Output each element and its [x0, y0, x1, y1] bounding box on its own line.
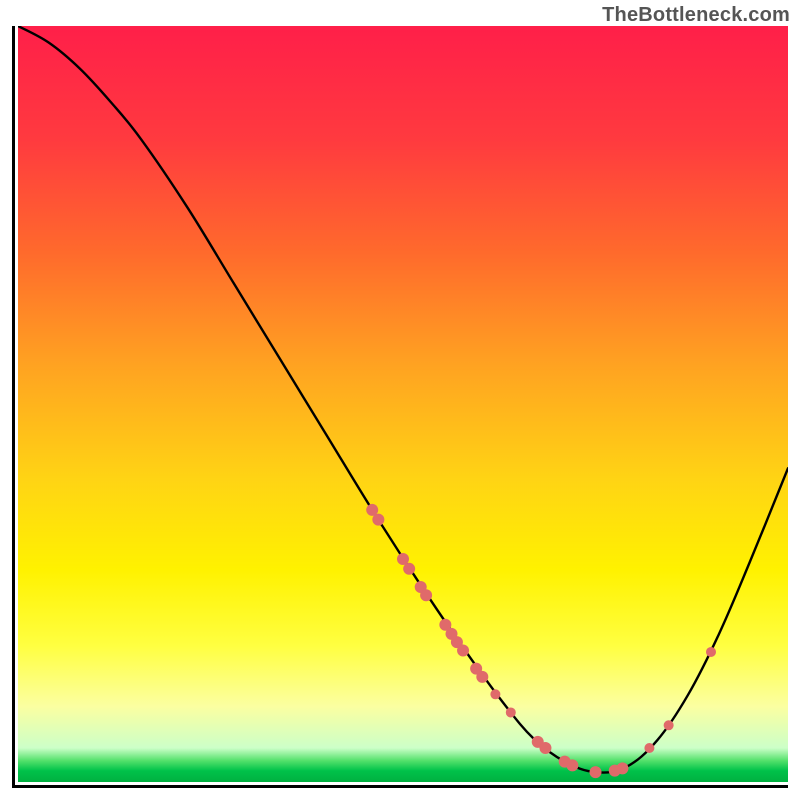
data-marker — [490, 689, 500, 699]
data-markers — [366, 504, 716, 778]
bottleneck-curve — [18, 26, 788, 773]
data-marker — [590, 766, 602, 778]
data-marker — [420, 589, 432, 601]
watermark-text: TheBottleneck.com — [602, 4, 790, 27]
data-marker — [372, 514, 384, 526]
data-marker — [616, 762, 628, 774]
data-marker — [403, 563, 415, 575]
data-marker — [566, 759, 578, 771]
data-marker — [506, 707, 516, 717]
plot-area — [12, 26, 788, 788]
chart-container: TheBottleneck.com — [0, 0, 800, 800]
data-marker — [539, 742, 551, 754]
data-marker — [644, 743, 654, 753]
data-marker — [706, 647, 716, 657]
data-marker — [476, 671, 488, 683]
curve-layer — [18, 26, 788, 782]
data-marker — [457, 644, 469, 656]
data-marker — [664, 720, 674, 730]
